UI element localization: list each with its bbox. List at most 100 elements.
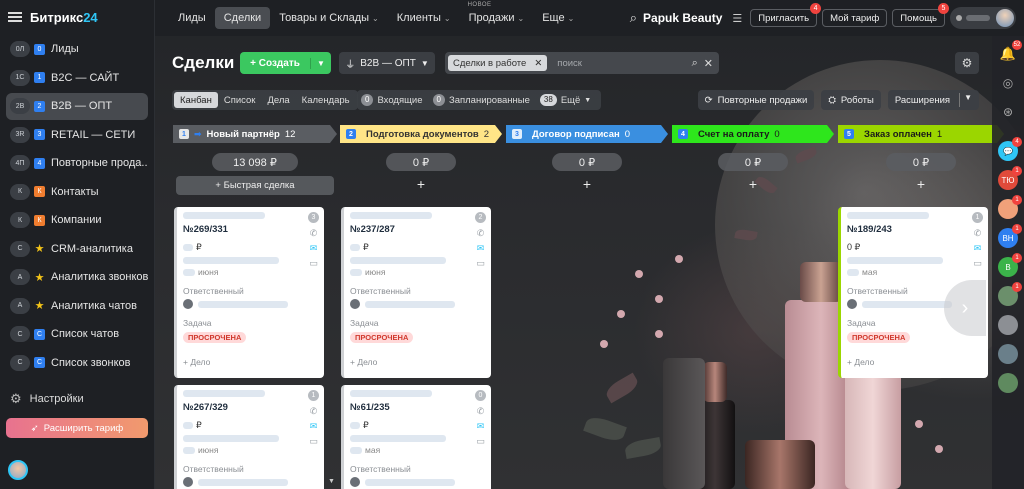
- add-activity-button[interactable]: + Дело: [847, 357, 982, 367]
- quick-deal-button[interactable]: + Быстрая сделка: [176, 176, 334, 195]
- deal-card[interactable]: №267/329 ₽ июня Ответственный 1 ✆ ✉ ▭: [174, 385, 324, 489]
- create-button[interactable]: + Создать ▼: [240, 52, 331, 74]
- phone-icon[interactable]: ✆: [974, 229, 982, 238]
- settings-gear-button[interactable]: ⚙: [955, 52, 979, 74]
- notifications-icon[interactable]: 🔔 52: [998, 40, 1022, 64]
- stage-header[interactable]: 5 Заказ оплачен 1: [838, 125, 1004, 143]
- sidebar-item[interactable]: 0Л 0 Лиды: [6, 36, 148, 63]
- sidebar-item[interactable]: 4П 4 Повторные прода...: [6, 150, 148, 177]
- deal-card[interactable]: №269/331 ₽ июня Ответственный Задача ПРОСРОЧЕ…: [174, 207, 324, 378]
- stage-header[interactable]: 4 Счет на оплату 0: [672, 125, 834, 143]
- sidebar-item[interactable]: С С Список звонков: [6, 349, 148, 376]
- sidebar-item[interactable]: К К Компании: [6, 207, 148, 234]
- sidebar-item[interactable]: К К Контакты: [6, 178, 148, 205]
- upgrade-plan-button[interactable]: ➶ Расширить тариф: [6, 418, 148, 438]
- clear-icon[interactable]: ✕: [704, 57, 713, 70]
- chat-icon[interactable]: ▭: [476, 259, 485, 268]
- sidebar-item[interactable]: 3R 3 RETAIL — СЕТИ: [6, 121, 148, 148]
- pipeline-selector[interactable]: ⏚ B2B — ОПТ ▼: [339, 52, 435, 74]
- add-deal-button[interactable]: +: [672, 176, 834, 192]
- help-button[interactable]: Помощь 5: [892, 3, 949, 27]
- responsible-person[interactable]: [350, 477, 485, 487]
- robots-button[interactable]: ⛭ Роботы: [821, 90, 881, 110]
- mail-icon[interactable]: ✉: [310, 422, 318, 431]
- sliders-icon[interactable]: ☰: [732, 12, 742, 25]
- contact-avatar[interactable]: 1: [998, 282, 1022, 306]
- sidebar-item[interactable]: 1С 1 В2С — САЙТ: [6, 64, 148, 91]
- chat-icon[interactable]: ▭: [309, 437, 318, 446]
- mail-icon[interactable]: ✉: [477, 422, 485, 431]
- contact-avatar[interactable]: ВН 1: [998, 224, 1022, 248]
- phone-icon[interactable]: ✆: [310, 229, 318, 238]
- user-menu[interactable]: [950, 7, 1016, 29]
- chat-icon[interactable]: 💬 4: [998, 137, 1022, 161]
- filter-search[interactable]: Сделки в работе ✕ поиск ⌕ ✕: [445, 52, 719, 74]
- contact-avatar[interactable]: [998, 315, 1018, 335]
- mail-icon[interactable]: ✉: [477, 244, 485, 253]
- deal-card[interactable]: №237/287 ₽ июня Ответственный Задача ПРОСРОЧЕ…: [341, 207, 491, 378]
- phone-icon[interactable]: ✆: [477, 229, 485, 238]
- close-icon[interactable]: ✕: [534, 58, 542, 69]
- deal-title[interactable]: №189/243: [847, 224, 982, 235]
- mail-icon[interactable]: ✉: [310, 244, 318, 253]
- settings-item[interactable]: ⚙ Настройки: [0, 388, 154, 410]
- phone-icon[interactable]: ✆: [310, 407, 318, 416]
- top-nav-item[interactable]: Еще ⌄: [533, 7, 583, 29]
- repeat-sales-button[interactable]: ⟳ Повторные продажи: [697, 90, 815, 110]
- extensions-button[interactable]: Расширения ▼: [887, 90, 979, 110]
- overdue-badge[interactable]: ПРОСРОЧЕНА: [847, 332, 911, 343]
- history-icon[interactable]: ◎: [998, 73, 1018, 93]
- top-nav-item[interactable]: Клиенты ⌄: [388, 7, 460, 29]
- contact-avatar[interactable]: [998, 344, 1018, 364]
- deal-card[interactable]: №61/235 ₽ мая Ответственный 0 ✆ ✉ ▭: [341, 385, 491, 489]
- contact-avatar[interactable]: ТЮ 1: [998, 166, 1022, 190]
- deal-title[interactable]: №61/235: [350, 402, 485, 413]
- copilot-icon[interactable]: ⊛: [998, 102, 1018, 122]
- search-input[interactable]: поиск: [557, 58, 691, 69]
- contact-avatar[interactable]: 1: [998, 195, 1022, 219]
- user-avatar[interactable]: [8, 460, 28, 480]
- responsible-person[interactable]: [350, 299, 485, 309]
- scroll-down-icon[interactable]: ▼: [328, 478, 335, 485]
- my-plan-button[interactable]: Мой тариф: [822, 9, 888, 27]
- overdue-badge[interactable]: ПРОСРОЧЕНА: [350, 332, 414, 343]
- search-icon[interactable]: ⌕: [692, 57, 698, 70]
- deal-title[interactable]: №267/329: [183, 402, 318, 413]
- more-counter[interactable]: 38 Ещё ▼: [539, 94, 597, 106]
- view-tab[interactable]: Дела: [261, 92, 295, 108]
- overdue-badge[interactable]: ПРОСРОЧЕНА: [183, 332, 247, 343]
- mail-icon[interactable]: ✉: [974, 244, 982, 253]
- chevron-down-icon[interactable]: ▼: [959, 93, 972, 107]
- menu-icon[interactable]: [8, 12, 22, 22]
- sidebar-item[interactable]: С С Список чатов: [6, 321, 148, 348]
- stage-header[interactable]: 2 Подготовка документов 2: [340, 125, 502, 143]
- add-deal-button[interactable]: +: [506, 176, 668, 192]
- add-deal-button[interactable]: +: [838, 176, 1004, 192]
- planned-counter[interactable]: 0 Запланированные: [432, 94, 536, 106]
- contact-avatar[interactable]: В1: [998, 253, 1022, 277]
- contact-avatar[interactable]: [998, 373, 1018, 393]
- filter-chip[interactable]: Сделки в работе ✕: [448, 55, 548, 71]
- deal-title[interactable]: №269/331: [183, 224, 318, 235]
- chat-icon[interactable]: ▭: [309, 259, 318, 268]
- brand-logo[interactable]: Битрикс24: [30, 10, 98, 25]
- add-activity-button[interactable]: + Дело: [183, 357, 318, 367]
- view-tab[interactable]: Канбан: [174, 92, 218, 108]
- chat-icon[interactable]: ▭: [973, 259, 982, 268]
- top-nav-item[interactable]: Сделки: [214, 7, 271, 29]
- sidebar-item[interactable]: А ★ Аналитика звонков: [6, 264, 148, 291]
- invite-button[interactable]: Пригласить 4: [750, 3, 822, 27]
- sidebar-item[interactable]: А ★ Аналитика чатов: [6, 292, 148, 319]
- incoming-counter[interactable]: 0 Входящие: [361, 94, 429, 106]
- top-nav-item[interactable]: Товары и Склады ⌄: [270, 7, 388, 29]
- phone-icon[interactable]: ✆: [477, 407, 485, 416]
- chat-icon[interactable]: ▭: [476, 437, 485, 446]
- top-nav-item[interactable]: НОВОЕ Продажи ⌄: [460, 2, 534, 29]
- stage-header[interactable]: 1 ➡ Новый партнёр 12: [173, 125, 337, 143]
- view-tab[interactable]: Календарь: [296, 92, 356, 108]
- responsible-person[interactable]: [183, 299, 318, 309]
- sidebar-item[interactable]: С ★ CRM-аналитика: [6, 235, 148, 262]
- add-deal-button[interactable]: +: [340, 176, 502, 192]
- add-activity-button[interactable]: + Дело: [350, 357, 485, 367]
- stage-header[interactable]: 3 Договор подписан 0: [506, 125, 668, 143]
